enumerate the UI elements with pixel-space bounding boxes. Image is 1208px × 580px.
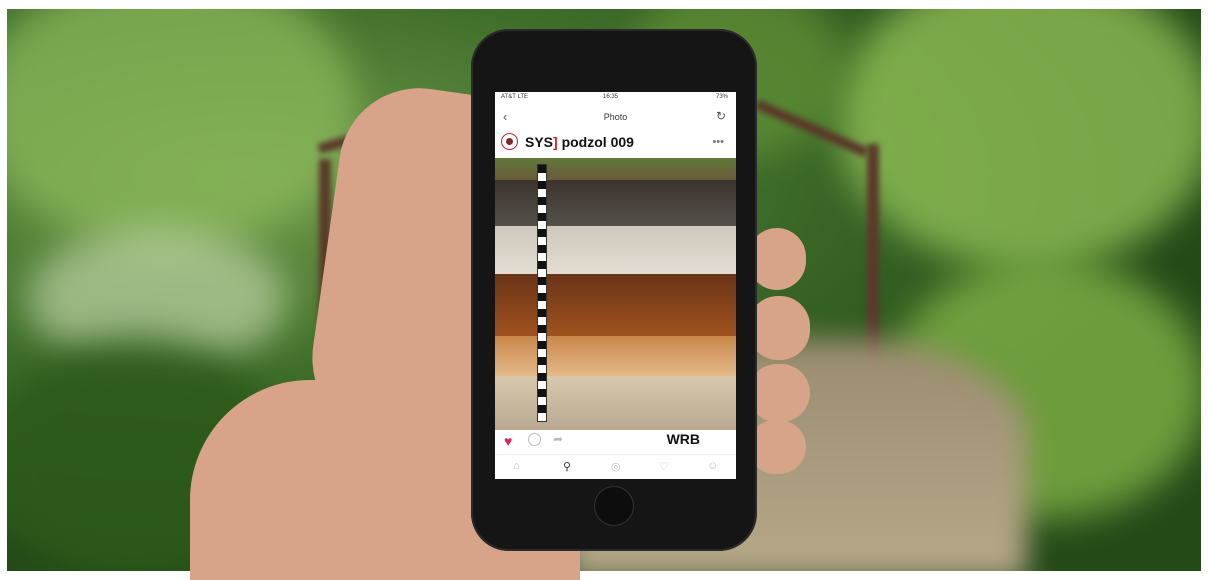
carrier-label: AT&T LTE	[501, 94, 529, 100]
brand-bar: ]	[553, 134, 558, 150]
post-header: SYS] podzol 009 •••	[495, 130, 736, 156]
post-actions: ♥ ➦ WRB	[495, 430, 736, 452]
share-icon[interactable]: ➦	[553, 432, 563, 446]
time-label: 16:35	[603, 94, 619, 100]
profile-icon[interactable]: ☺	[707, 460, 718, 472]
brand-label: SYS	[525, 134, 554, 150]
battery-label: 73%	[715, 94, 728, 100]
comment-icon[interactable]	[528, 433, 541, 446]
page-title: Photo	[603, 112, 628, 122]
nav-bar: ‹ Photo ↻	[495, 106, 736, 128]
home-icon[interactable]: ⌂	[513, 460, 520, 472]
activity-icon[interactable]: ♡	[659, 460, 669, 473]
post-caption: WRB	[666, 431, 700, 447]
soil-profile-photo	[495, 158, 736, 430]
camera-icon[interactable]: ◎	[611, 460, 621, 473]
phone-screen: AT&T LTE 16:35 73% ‹ Photo ↻ SYS] podzol…	[495, 92, 736, 479]
phone-home-button[interactable]	[594, 486, 634, 526]
avatar[interactable]	[501, 133, 518, 150]
search-icon[interactable]: ⚲	[563, 460, 571, 473]
account-name[interactable]: SYS] podzol 009	[525, 134, 634, 150]
tab-bar: ⌂ ⚲ ◎ ♡ ☺	[495, 454, 736, 479]
measuring-ruler	[537, 164, 547, 422]
account-label: podzol 009	[561, 134, 634, 150]
refresh-icon[interactable]: ↻	[716, 109, 726, 123]
more-icon[interactable]: •••	[712, 136, 724, 148]
status-bar: AT&T LTE 16:35 73%	[495, 92, 736, 104]
heart-icon[interactable]: ♥	[504, 434, 512, 448]
